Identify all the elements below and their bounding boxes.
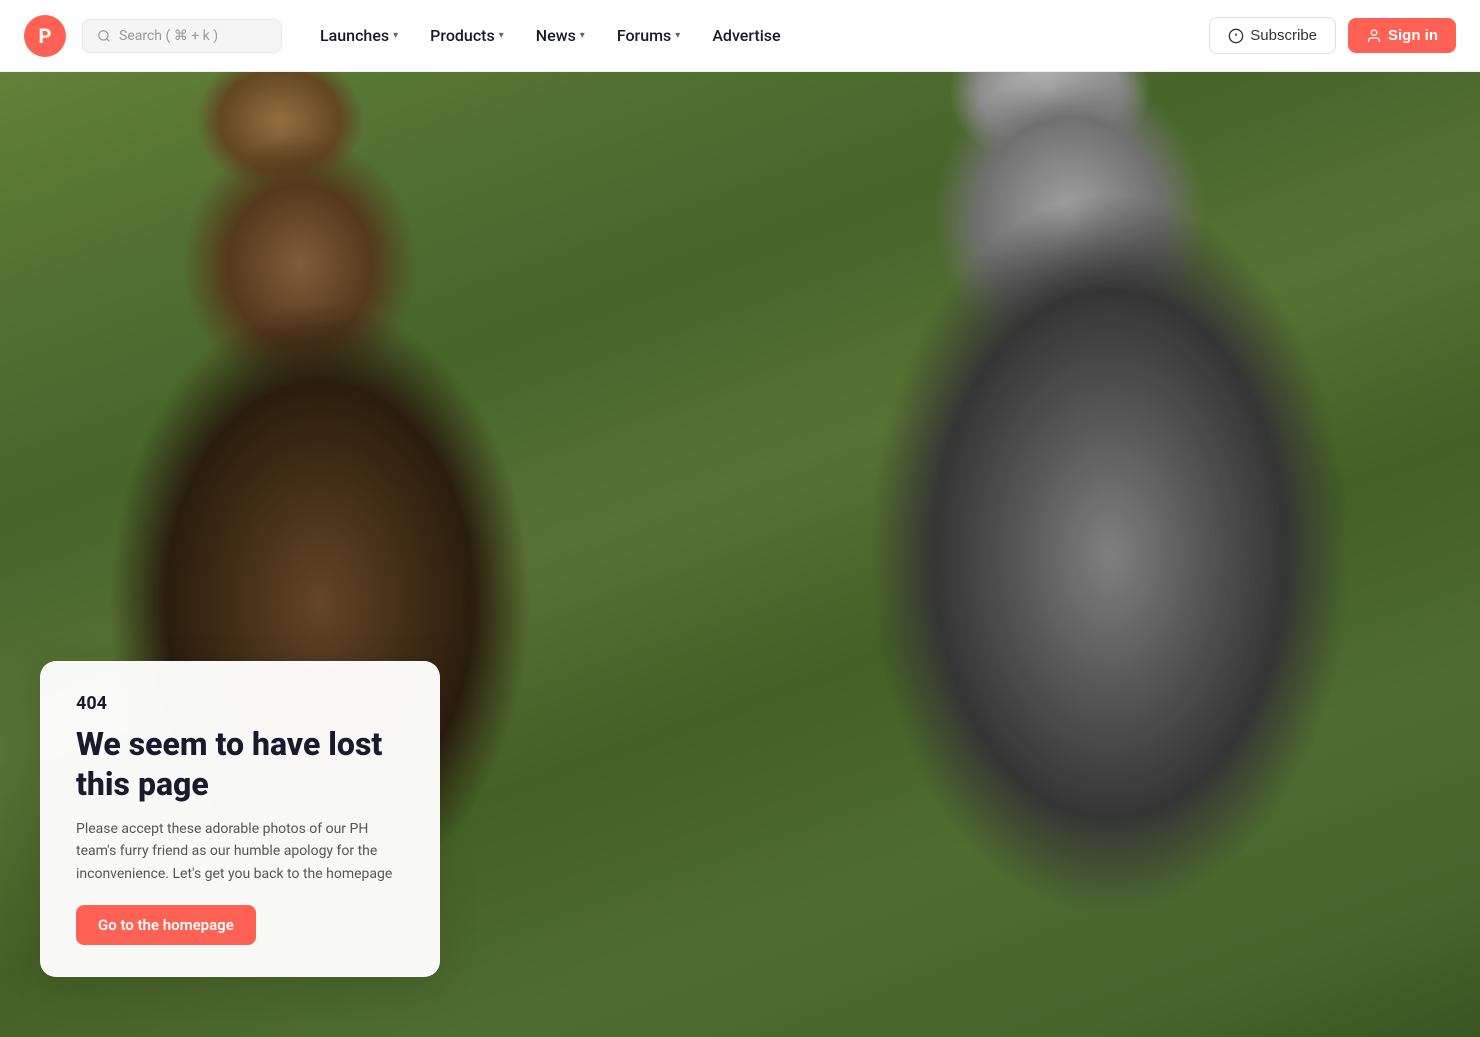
error-title: We seem to have lost this page [76, 724, 404, 804]
logo-icon[interactable]: P [24, 15, 66, 57]
search-icon [97, 29, 111, 43]
nav-item-news[interactable]: News ▾ [522, 18, 599, 53]
nav-advertise-label: Advertise [712, 26, 780, 45]
signin-label: Sign in [1388, 27, 1438, 44]
background-image: 404 We seem to have lost this page Pleas… [0, 72, 1480, 1037]
nav-news-label: News [536, 26, 576, 45]
chevron-down-icon: ▾ [499, 30, 504, 41]
search-placeholder: Search ( ⌘ + k ) [119, 28, 218, 44]
nav-actions: Subscribe Sign in [1209, 17, 1456, 54]
go-to-homepage-button[interactable]: Go to the homepage [76, 905, 256, 945]
nav-item-launches[interactable]: Launches ▾ [306, 18, 412, 53]
nav-item-products[interactable]: Products ▾ [416, 18, 518, 53]
chevron-down-icon: ▾ [580, 30, 585, 41]
user-icon [1366, 28, 1382, 44]
error-description: Please accept these adorable photos of o… [76, 818, 404, 885]
signin-button[interactable]: Sign in [1348, 18, 1456, 53]
subscribe-label: Subscribe [1250, 27, 1317, 44]
logo[interactable]: P [24, 15, 66, 57]
subscribe-button[interactable]: Subscribe [1209, 17, 1336, 54]
chevron-down-icon: ▾ [675, 30, 680, 41]
email-icon [1228, 28, 1244, 44]
nav-launches-label: Launches [320, 26, 389, 45]
search-box[interactable]: Search ( ⌘ + k ) [82, 19, 282, 53]
nav-links: Launches ▾ Products ▾ News ▾ Forums ▾ Ad… [306, 18, 1201, 53]
nav-item-forums[interactable]: Forums ▾ [603, 18, 694, 53]
error-code: 404 [76, 693, 404, 714]
navbar: P Search ( ⌘ + k ) Launches ▾ Products ▾… [0, 0, 1480, 72]
nav-products-label: Products [430, 26, 495, 45]
chevron-down-icon: ▾ [393, 30, 398, 41]
nav-forums-label: Forums [617, 26, 671, 45]
error-card: 404 We seem to have lost this page Pleas… [40, 661, 440, 977]
nav-item-advertise[interactable]: Advertise [698, 18, 794, 53]
